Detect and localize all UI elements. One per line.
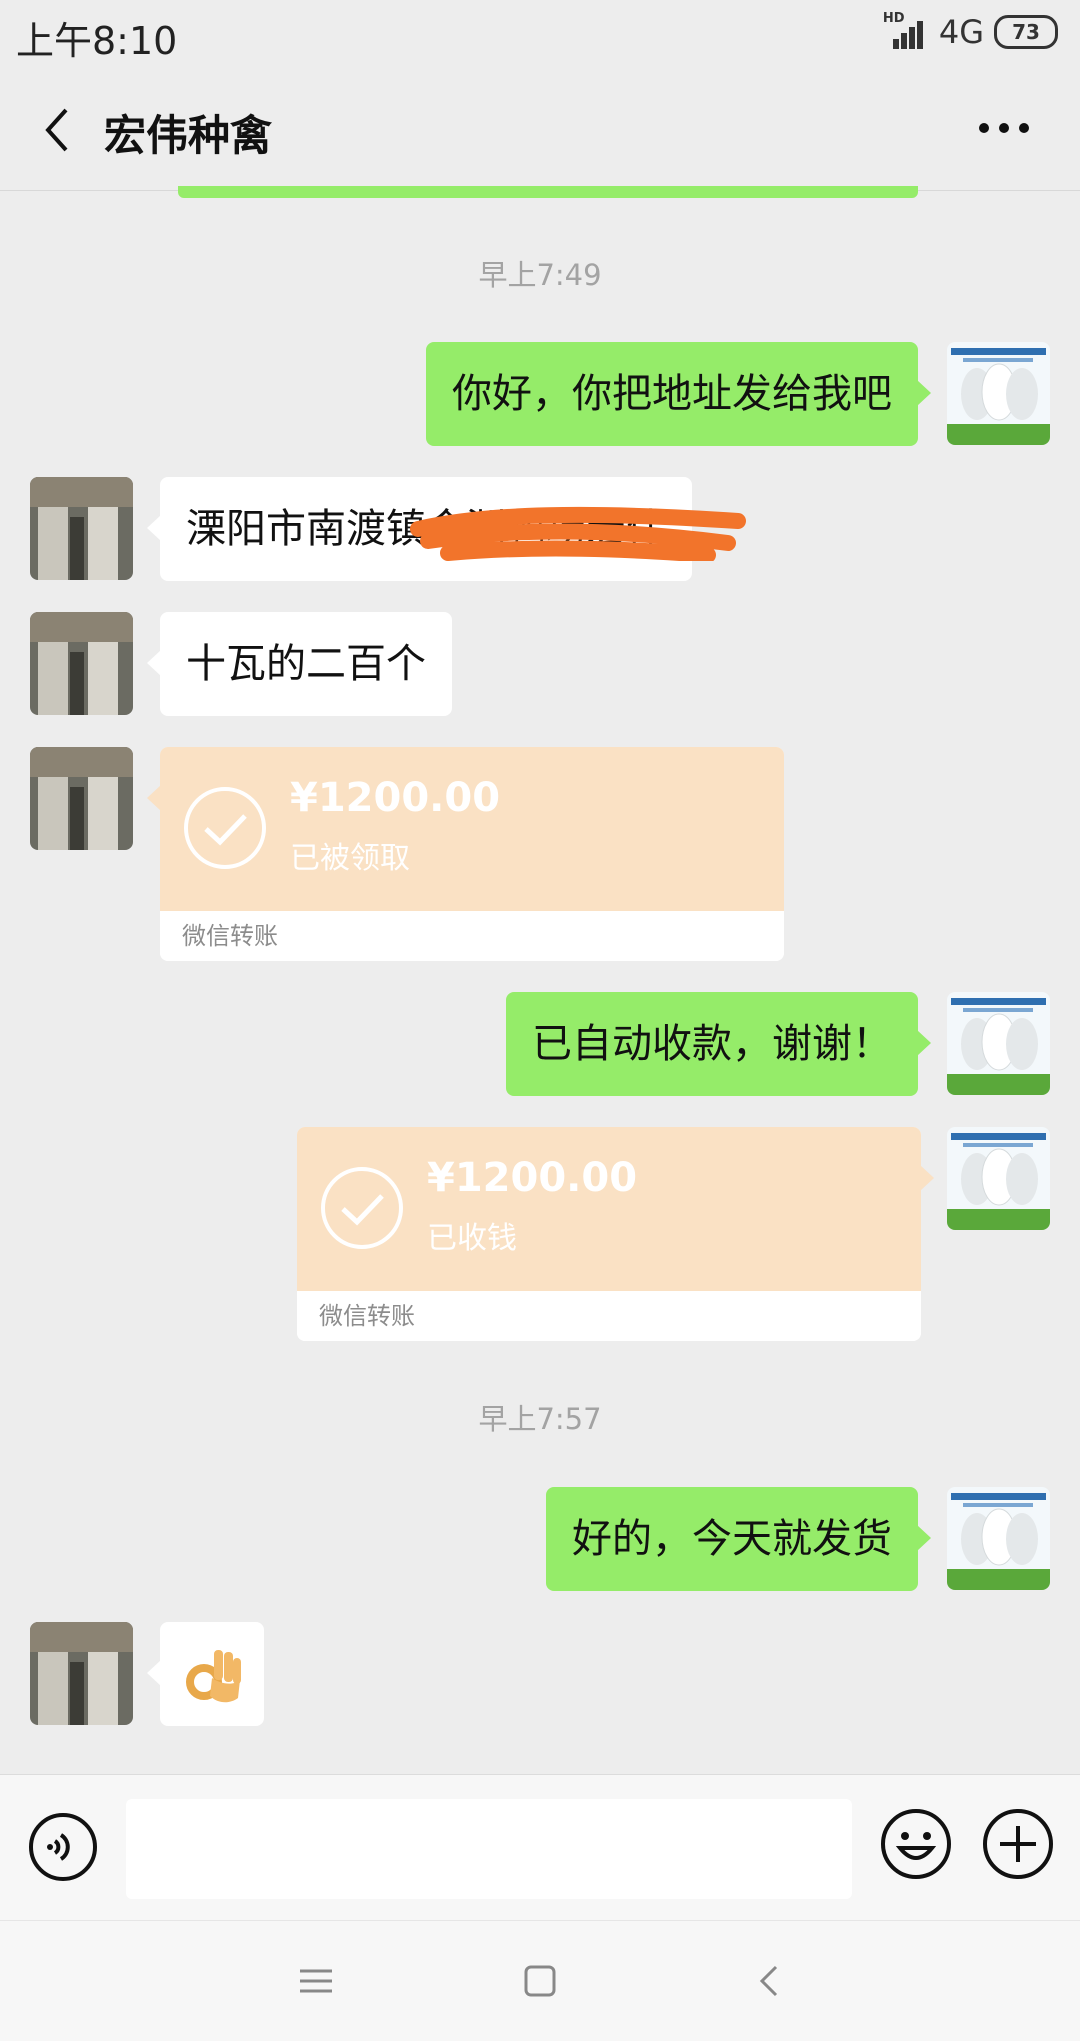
menu-icon[interactable]	[296, 1961, 336, 2001]
transfer-footer: 微信转账	[297, 1291, 921, 1341]
received-message[interactable]: 溧阳市南渡镇金渊鸭场宏伟	[147, 477, 746, 581]
system-nav-bar	[0, 1920, 1080, 2041]
chat-title: 宏伟种禽	[104, 111, 273, 160]
transfer-status: 已被领取	[290, 841, 410, 876]
plus-icon[interactable]	[982, 1808, 1054, 1880]
contact-avatar[interactable]	[30, 747, 133, 850]
timestamp: 早上7:49	[478, 258, 602, 292]
farm-avatar-icon	[30, 477, 133, 580]
nav-back-icon[interactable]	[750, 1961, 790, 2001]
network-label: 4G	[938, 13, 984, 51]
home-icon[interactable]	[520, 1961, 560, 2001]
received-message[interactable]: 十瓦的二百个	[147, 612, 452, 716]
transfer-status: 已收钱	[427, 1221, 517, 1256]
sent-message[interactable]: 已自动收款，谢谢！	[506, 992, 931, 1096]
my-avatar[interactable]	[947, 1487, 1050, 1590]
transfer-body: ¥1200.00 已被领取	[160, 747, 784, 911]
redaction-scribble	[410, 506, 746, 561]
status-bar: 上午8:10 HD 4G 73	[0, 0, 1080, 68]
received-emoji-message[interactable]	[147, 1622, 264, 1726]
transfer-footer: 微信转账	[160, 911, 784, 961]
sent-message[interactable]: 好的，今天就发货	[546, 1487, 931, 1591]
check-circle-icon	[321, 1167, 403, 1249]
chat-header: 宏伟种禽	[0, 68, 1080, 191]
emoji-icon[interactable]	[880, 1808, 952, 1880]
back-arrow-icon[interactable]	[34, 104, 86, 156]
sent-message[interactable]: 你好，你把地址发给我吧	[426, 342, 931, 446]
bulb-avatar-icon	[947, 992, 1050, 1095]
contact-avatar[interactable]	[30, 612, 133, 715]
contact-avatar[interactable]	[30, 477, 133, 580]
bulb-avatar-icon	[947, 342, 1050, 445]
ok-hand-icon	[186, 1650, 241, 1703]
bulb-avatar-icon	[947, 1127, 1050, 1230]
status-icons: HD 4G 73	[883, 11, 1058, 52]
transfer-amount: ¥1200.00	[290, 775, 501, 821]
message-input[interactable]	[126, 1799, 852, 1899]
my-avatar[interactable]	[947, 992, 1050, 1095]
my-avatar[interactable]	[947, 342, 1050, 445]
input-bar	[0, 1774, 1080, 1921]
farm-avatar-icon	[30, 1622, 133, 1725]
battery-icon: 73	[994, 15, 1058, 49]
status-time: 上午8:10	[16, 19, 178, 63]
signal-icon: HD	[883, 11, 929, 49]
contact-avatar[interactable]	[30, 1622, 133, 1725]
more-options-icon[interactable]	[972, 108, 1036, 148]
bulb-avatar-icon	[947, 1487, 1050, 1590]
farm-avatar-icon	[30, 747, 133, 850]
my-avatar[interactable]	[947, 1127, 1050, 1230]
hd-label: HD	[882, 11, 905, 26]
battery-level: 73	[1012, 20, 1040, 44]
transfer-body: ¥1200.00 已收钱	[297, 1127, 921, 1291]
transfer-card[interactable]: ¥1200.00 已收钱 微信转账	[297, 1127, 934, 1341]
transfer-card[interactable]: ¥1200.00 已被领取 微信转账	[147, 747, 784, 961]
previous-message-edge	[178, 186, 918, 198]
timestamp: 早上7:57	[478, 1402, 602, 1436]
transfer-amount: ¥1200.00	[427, 1155, 638, 1201]
farm-avatar-icon	[30, 612, 133, 715]
voice-input-icon[interactable]	[28, 1812, 98, 1882]
check-circle-icon	[184, 787, 266, 869]
